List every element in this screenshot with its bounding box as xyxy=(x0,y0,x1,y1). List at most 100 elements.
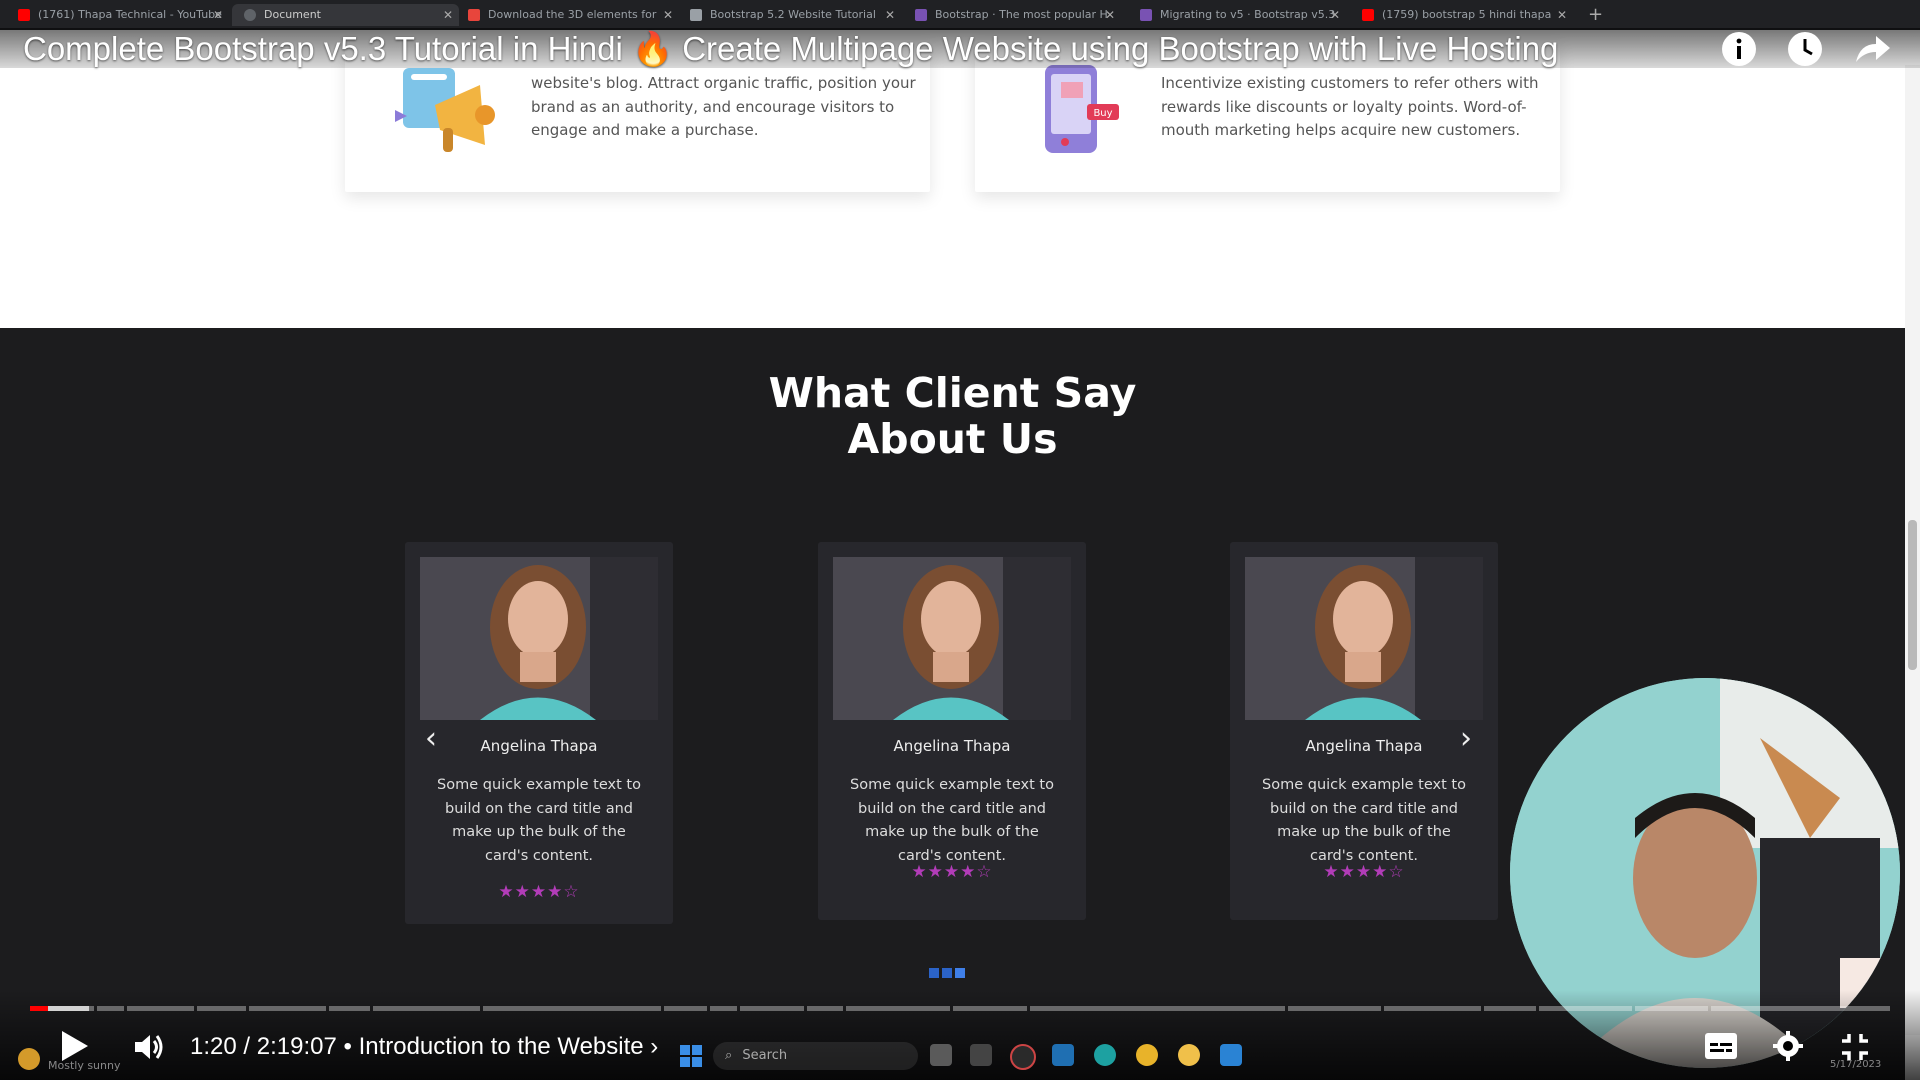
phone-shopping-illustration-icon: Buy xyxy=(1045,65,1119,153)
app-icon[interactable] xyxy=(1052,1044,1074,1066)
app-icon[interactable] xyxy=(970,1044,992,1066)
section-title-line: About Us xyxy=(847,415,1058,463)
progress-played xyxy=(30,1006,48,1011)
section-title-line: What Client Say xyxy=(768,369,1137,417)
edge-icon[interactable] xyxy=(1094,1044,1116,1066)
progress-buffered xyxy=(47,1006,89,1011)
browser-tab-strip: (1761) Thapa Technical - YouTube ✕ Docume… xyxy=(0,0,1920,30)
chapter-segment[interactable] xyxy=(329,1006,370,1011)
tab-label: (1759) bootstrap 5 hindi thapa xyxy=(1382,8,1552,21)
app-icon[interactable] xyxy=(1010,1044,1036,1070)
close-icon[interactable]: ✕ xyxy=(443,4,453,26)
carousel-indicator[interactable] xyxy=(942,968,952,978)
card-text: Incentivize existing customers to refer … xyxy=(1161,74,1539,139)
chapter-segment[interactable] xyxy=(846,1006,950,1011)
info-icon[interactable] xyxy=(1720,30,1758,76)
testimonial-card: Angelina Thapa Some quick example text t… xyxy=(1230,542,1498,920)
browser-tab[interactable]: (1761) Thapa Technical - YouTube ✕ xyxy=(18,4,223,26)
chapter-segment[interactable] xyxy=(127,1006,194,1011)
chrome-icon[interactable] xyxy=(1136,1044,1158,1066)
browser-tab[interactable]: Bootstrap 5.2 Website Tutorial ✕ xyxy=(690,4,895,26)
browser-tab[interactable]: Download the 3D elements for ✕ xyxy=(468,4,673,26)
carousel-next-button[interactable]: › xyxy=(1460,721,1472,756)
exit-fullscreen-icon[interactable] xyxy=(1840,1032,1870,1066)
chapter-segment[interactable] xyxy=(664,1006,707,1011)
testimonial-text: Some quick example text to build on the … xyxy=(1262,777,1466,864)
time-separator: / xyxy=(243,1033,257,1060)
globe-favicon-icon xyxy=(244,9,256,21)
tab-label: Bootstrap 5.2 Website Tutorial xyxy=(710,8,876,21)
chapter-segment[interactable] xyxy=(1484,1006,1536,1011)
progress-bar[interactable] xyxy=(30,1006,1890,1011)
taskbar-search[interactable]: ⌕ Search xyxy=(713,1042,918,1070)
chapter-segment[interactable] xyxy=(1288,1006,1381,1011)
close-icon[interactable]: ✕ xyxy=(1330,4,1340,26)
carousel-indicators xyxy=(929,968,965,978)
close-icon[interactable]: ✕ xyxy=(663,4,673,26)
task-view-icon[interactable] xyxy=(930,1044,952,1066)
page-scrollbar[interactable] xyxy=(1905,65,1920,1035)
bootstrap-favicon-icon xyxy=(1140,9,1152,21)
close-icon[interactable]: ✕ xyxy=(1557,4,1567,26)
chapter-segment[interactable] xyxy=(1635,1006,1708,1011)
chrome-icon[interactable] xyxy=(1178,1044,1200,1066)
carousel-indicator[interactable] xyxy=(929,968,939,978)
chapter-segment[interactable] xyxy=(1539,1006,1632,1011)
card-text: website's blog. Attract organic traffic,… xyxy=(531,74,916,139)
video-title[interactable]: Complete Bootstrap v5.3 Tutorial in Hind… xyxy=(23,28,1558,70)
chapter-segment[interactable] xyxy=(483,1006,661,1011)
search-placeholder: Search xyxy=(742,1048,788,1063)
browser-tab[interactable]: Migrating to v5 · Bootstrap v5.3 ✕ xyxy=(1140,4,1340,26)
chapter-segment[interactable] xyxy=(373,1006,480,1011)
time-total: 2:19:07 xyxy=(256,1033,337,1060)
avatar xyxy=(833,557,1071,720)
testimonial-name: Angelina Thapa xyxy=(1305,737,1423,755)
browser-tab[interactable]: Bootstrap · The most popular H ✕ xyxy=(915,4,1115,26)
bootstrap-favicon-icon xyxy=(915,9,927,21)
vscode-icon[interactable] xyxy=(1220,1044,1242,1066)
star-rating-icon: ★★★★☆ xyxy=(1323,862,1405,882)
browser-tab-active[interactable]: Document ✕ xyxy=(232,4,459,26)
avatar xyxy=(1245,557,1483,720)
testimonial-text: Some quick example text to build on the … xyxy=(437,777,641,864)
close-icon[interactable]: ✕ xyxy=(1105,4,1115,26)
subtitles-icon[interactable] xyxy=(1704,1032,1738,1064)
chapter-segment[interactable] xyxy=(953,1006,1027,1011)
star-rating-icon: ★★★★☆ xyxy=(911,862,993,882)
testimonial-name: Angelina Thapa xyxy=(893,737,1011,755)
chapter-segment[interactable] xyxy=(1711,1006,1890,1011)
chapter-segment[interactable] xyxy=(249,1006,326,1011)
avatar xyxy=(420,557,658,720)
windows-start-icon[interactable] xyxy=(680,1045,702,1067)
browser-tab[interactable]: (1759) bootstrap 5 hindi thapa ✕ xyxy=(1362,4,1567,26)
chapter-segment[interactable] xyxy=(710,1006,737,1011)
chapter-segment[interactable] xyxy=(740,1006,804,1011)
carousel-indicator-active[interactable] xyxy=(955,968,965,978)
play-button[interactable] xyxy=(58,1028,90,1068)
chapter-segment[interactable] xyxy=(197,1006,246,1011)
close-icon[interactable]: ✕ xyxy=(885,4,895,26)
tab-label: Document xyxy=(264,8,321,21)
watch-later-clock-icon[interactable] xyxy=(1786,30,1824,76)
favicon-icon xyxy=(468,9,480,21)
share-icon[interactable] xyxy=(1852,30,1892,76)
weather-icon xyxy=(18,1048,40,1070)
chevron-right-icon[interactable]: › xyxy=(650,1033,658,1060)
close-icon[interactable]: ✕ xyxy=(213,4,223,26)
tab-label: Bootstrap · The most popular H xyxy=(935,8,1108,21)
chapter-segment[interactable] xyxy=(1030,1006,1285,1011)
chapter-title[interactable]: Introduction to the Website xyxy=(359,1033,644,1060)
star-rating-icon: ★★★★☆ xyxy=(498,882,580,902)
section-title: What Client Say About Us xyxy=(0,370,1905,462)
chapter-segment[interactable] xyxy=(97,1006,124,1011)
carousel-prev-button[interactable]: ‹ xyxy=(425,721,437,756)
chapter-segment[interactable] xyxy=(1384,1006,1481,1011)
scrollbar-thumb[interactable] xyxy=(1908,520,1917,670)
volume-icon[interactable] xyxy=(132,1030,166,1068)
testimonial-card: Angelina Thapa Some quick example text t… xyxy=(818,542,1086,920)
chapter-segment[interactable] xyxy=(807,1006,843,1011)
settings-gear-icon[interactable] xyxy=(1772,1030,1804,1066)
megaphone-illustration-icon xyxy=(395,68,495,152)
testimonial-card: Angelina Thapa Some quick example text t… xyxy=(405,542,673,924)
new-tab-button[interactable]: + xyxy=(1588,4,1603,25)
